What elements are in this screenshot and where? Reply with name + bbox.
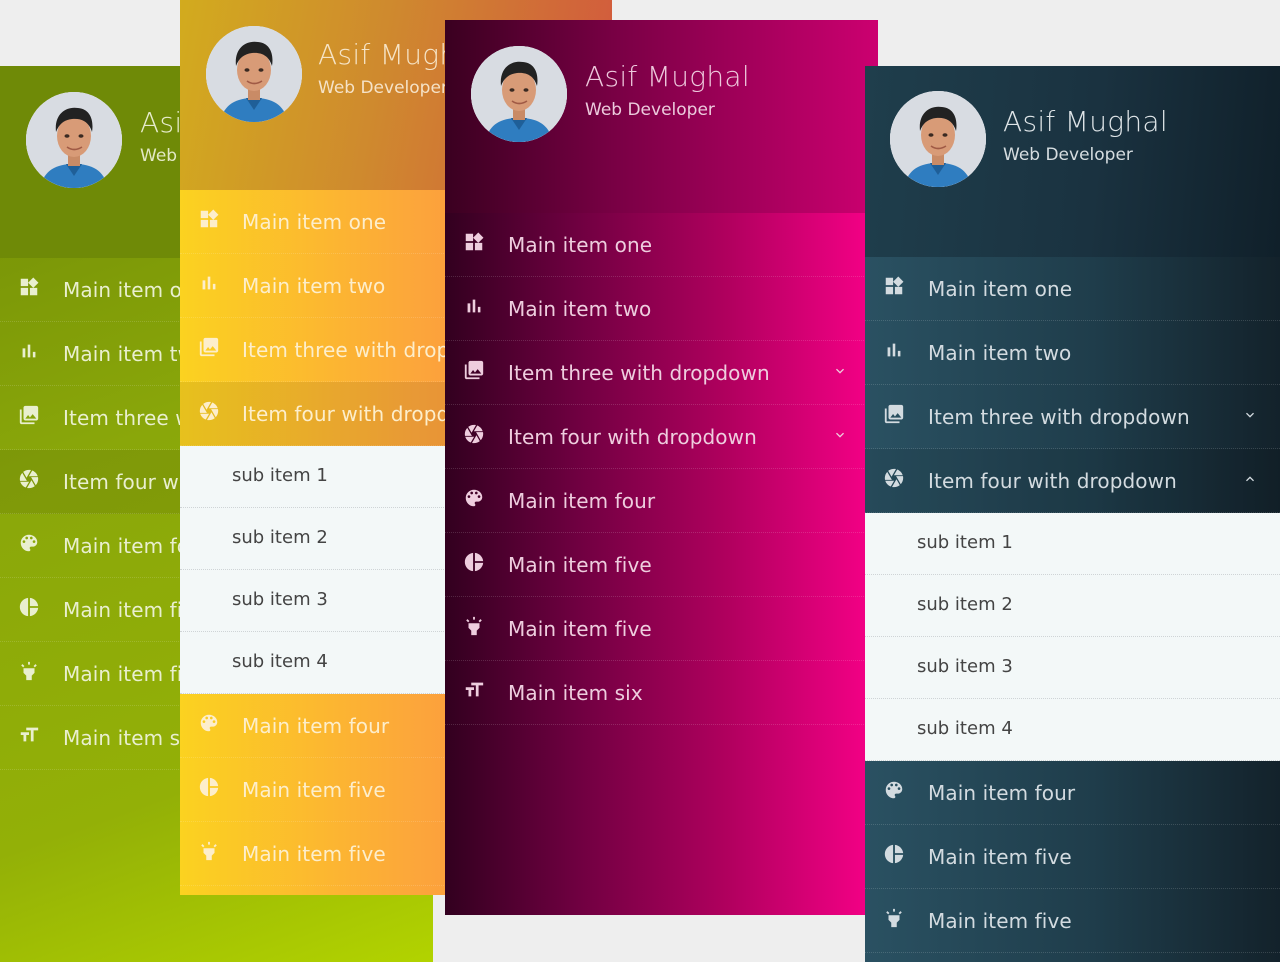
- chevron-down-icon[interactable]: [1242, 407, 1258, 423]
- photo-library-icon: [463, 359, 485, 381]
- text-size-icon: [18, 724, 40, 746]
- camera-shutter-icon: [198, 400, 220, 422]
- bar-chart-icon: [18, 340, 40, 362]
- menu-item-label: Main item one: [508, 233, 653, 257]
- profile-name: Asif Mughal: [585, 60, 750, 93]
- profile-role: Web Developer: [318, 78, 448, 98]
- menu-item-label: Main item six: [63, 726, 198, 750]
- profile-role: Web Developer: [585, 100, 715, 120]
- sub-item-label: sub item 2: [232, 527, 328, 548]
- menu-item-label: Main item five: [508, 553, 652, 577]
- sub-item-4[interactable]: sub item 4: [865, 699, 1280, 761]
- sub-item-label: sub item 3: [917, 656, 1013, 677]
- profile-name: Asif Mughal: [1003, 105, 1168, 138]
- avatar: [206, 26, 302, 122]
- bar-chart-icon: [883, 339, 905, 361]
- menu-item-four-dropdown[interactable]: Item four with dropdown: [865, 449, 1280, 513]
- menu-item-label: Main item four: [508, 489, 656, 513]
- sidebar-menu: Main item one Main item two Item three w…: [445, 213, 878, 725]
- menu-item-label: Item three with dropdown: [508, 361, 770, 385]
- chevron-up-icon[interactable]: [1242, 471, 1258, 487]
- avatar: [26, 92, 122, 188]
- text-size-icon: [463, 679, 485, 701]
- chevron-down-icon[interactable]: [832, 363, 848, 379]
- menu-item-main-five-b[interactable]: Main item five: [445, 597, 878, 661]
- menu-item-label: Main item five: [928, 909, 1072, 933]
- sidebar-teal: Asif Mughal Web Developer Main item one …: [865, 66, 1280, 962]
- menu-item-label: Item four with dropdown: [508, 425, 757, 449]
- widgets-icon: [463, 231, 485, 253]
- menu-item-main-five[interactable]: Main item five: [445, 533, 878, 597]
- bar-chart-icon: [463, 295, 485, 317]
- menu-item-three-dropdown[interactable]: Item three with dropdown: [865, 385, 1280, 449]
- sub-item-label: sub item 4: [232, 651, 328, 672]
- sub-item-label: sub item 1: [232, 465, 328, 486]
- menu-item-label: Main item two: [508, 297, 652, 321]
- menu-item-main-five-b[interactable]: Main item five: [865, 889, 1280, 953]
- profile-header: Asif Mughal Web Developer: [865, 66, 1280, 257]
- menu-item-label: Main item five: [928, 845, 1072, 869]
- menu-item-main-two[interactable]: Main item two: [865, 321, 1280, 385]
- menu-item-label: Main item five: [242, 778, 386, 802]
- menu-item-main-five[interactable]: Main item five: [865, 825, 1280, 889]
- menu-item-label: Main item two: [242, 274, 386, 298]
- widgets-icon: [18, 276, 40, 298]
- flashlight-icon: [18, 660, 40, 682]
- profile-header: Asif Mughal Web Developer: [445, 20, 878, 213]
- menu-item-three-dropdown[interactable]: Item three with dropdown: [445, 341, 878, 405]
- widgets-icon: [198, 208, 220, 230]
- menu-item-label: Main item four: [242, 714, 390, 738]
- sub-item-3[interactable]: sub item 3: [865, 637, 1280, 699]
- flashlight-icon: [883, 907, 905, 929]
- photo-library-icon: [18, 404, 40, 426]
- avatar: [471, 46, 567, 142]
- submenu: sub item 1 sub item 2 sub item 3 sub ite…: [865, 513, 1280, 761]
- palette-icon: [198, 712, 220, 734]
- bar-chart-icon: [198, 272, 220, 294]
- menu-item-label: Main item six: [508, 681, 643, 705]
- camera-shutter-icon: [18, 468, 40, 490]
- pie-chart-icon: [463, 551, 485, 573]
- menu-item-main-two[interactable]: Main item two: [445, 277, 878, 341]
- sub-item-label: sub item 2: [917, 594, 1013, 615]
- photo-library-icon: [198, 336, 220, 358]
- avatar: [890, 91, 986, 187]
- sub-item-label: sub item 3: [232, 589, 328, 610]
- sidebar-menu: Main item one Main item two Item three w…: [865, 257, 1280, 953]
- widgets-icon: [883, 275, 905, 297]
- flashlight-icon: [463, 615, 485, 637]
- pie-chart-icon: [198, 776, 220, 798]
- menu-item-label: Main item one: [928, 277, 1073, 301]
- menu-item-main-four[interactable]: Main item four: [865, 761, 1280, 825]
- menu-item-label: Item four with dropdown: [928, 469, 1177, 493]
- camera-shutter-icon: [883, 467, 905, 489]
- menu-item-main-one[interactable]: Main item one: [445, 213, 878, 277]
- menu-item-main-one[interactable]: Main item one: [865, 257, 1280, 321]
- sidebar-magenta: Asif Mughal Web Developer Main item one …: [445, 20, 878, 915]
- palette-icon: [18, 532, 40, 554]
- camera-shutter-icon: [463, 423, 485, 445]
- flashlight-icon: [198, 840, 220, 862]
- sub-item-2[interactable]: sub item 2: [865, 575, 1280, 637]
- menu-item-label: Main item one: [242, 210, 387, 234]
- menu-item-main-six[interactable]: Main item six: [445, 661, 878, 725]
- profile-role: Web Developer: [1003, 145, 1133, 165]
- chevron-down-icon[interactable]: [832, 427, 848, 443]
- menu-item-label: Main item five: [242, 842, 386, 866]
- pie-chart-icon: [883, 843, 905, 865]
- photo-library-icon: [883, 403, 905, 425]
- palette-icon: [883, 779, 905, 801]
- menu-item-label: Main item four: [928, 781, 1076, 805]
- sub-item-1[interactable]: sub item 1: [865, 513, 1280, 575]
- menu-item-label: Item three with dropdown: [928, 405, 1190, 429]
- menu-item-label: Main item five: [508, 617, 652, 641]
- menu-item-main-four[interactable]: Main item four: [445, 469, 878, 533]
- sub-item-label: sub item 1: [917, 532, 1013, 553]
- menu-item-label: Main item two: [928, 341, 1072, 365]
- pie-chart-icon: [18, 596, 40, 618]
- menu-item-four-dropdown[interactable]: Item four with dropdown: [445, 405, 878, 469]
- palette-icon: [463, 487, 485, 509]
- sub-item-label: sub item 4: [917, 718, 1013, 739]
